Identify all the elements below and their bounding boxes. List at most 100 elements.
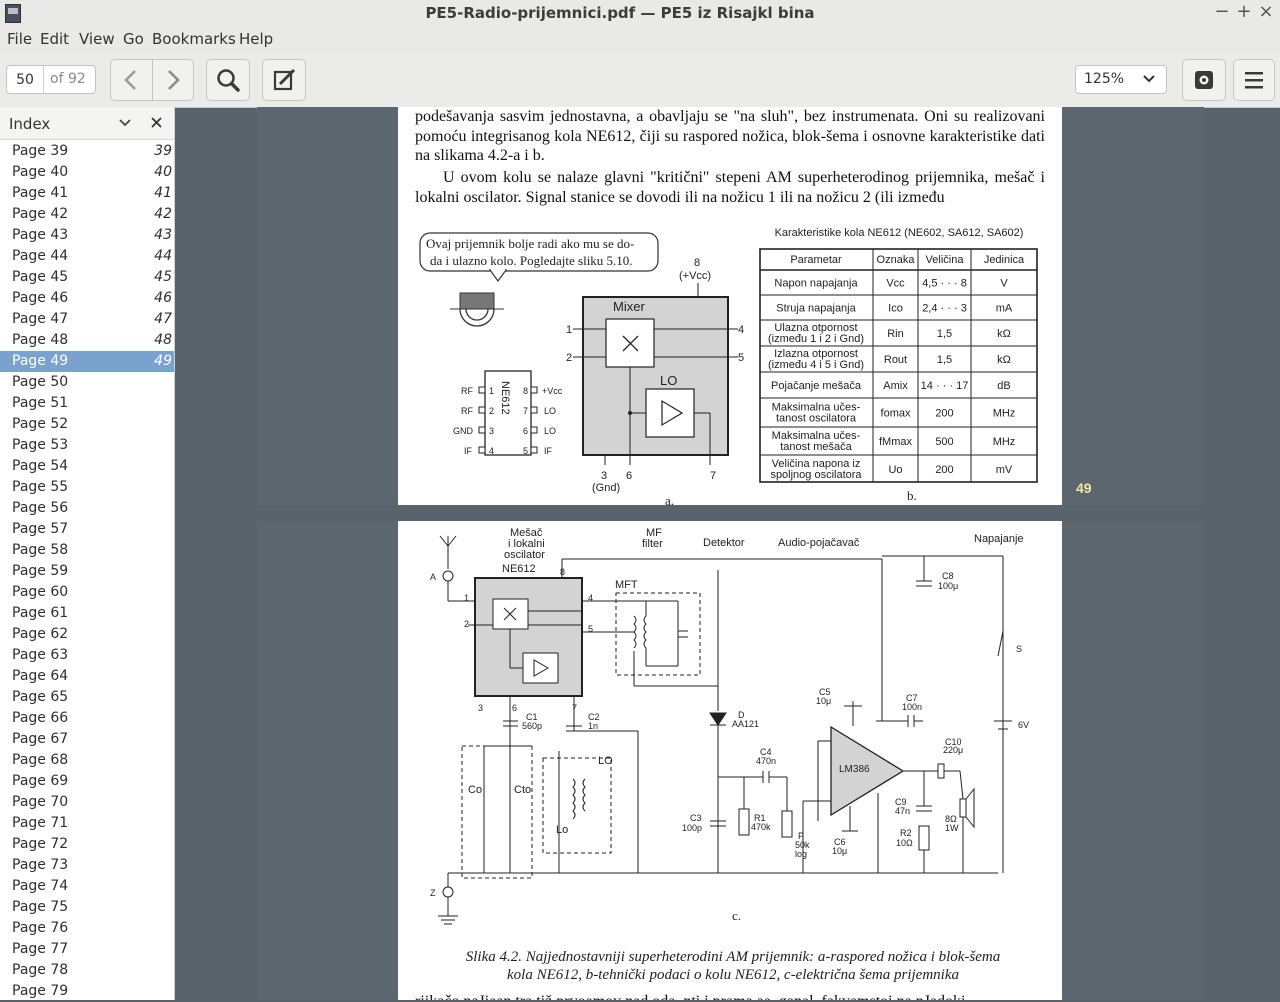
table-cell: Maksimalna učes-tanost oscilatora: [772, 402, 861, 425]
sidebar-dropdown-chevron-icon[interactable]: [119, 119, 131, 128]
sidebar-item-page-64[interactable]: Page 64: [0, 666, 174, 687]
sidebar-item-page-68[interactable]: Page 68: [0, 750, 174, 771]
sidebar-item-page-53[interactable]: Page 53: [0, 435, 174, 456]
sidebar-item-page-76[interactable]: Page 76: [0, 918, 174, 939]
table-cell: fMmax: [879, 436, 913, 448]
sidebar-item-page-40[interactable]: Page 40 40: [0, 162, 174, 183]
sidebar-item-page-69[interactable]: Page 69: [0, 771, 174, 792]
sidebar-item-page-60[interactable]: Page 60: [0, 582, 174, 603]
sidebar-item-page-59[interactable]: Page 59: [0, 561, 174, 582]
hamburger-icon: [1245, 72, 1263, 89]
sidebar-item-page-47[interactable]: Page 47 47: [0, 309, 174, 330]
sidebar-item-page-48[interactable]: Page 48 48: [0, 330, 174, 351]
sidebar-item-page-73[interactable]: Page 73: [0, 855, 174, 876]
menu-bookmarks[interactable]: Bookmarks: [152, 30, 236, 48]
sidebar-item-page-45[interactable]: Page 45 45: [0, 267, 174, 288]
fig-a-pin3: 3: [601, 470, 607, 482]
sidebar-item-page-52[interactable]: Page 52: [0, 414, 174, 435]
sidebar-item-page-77[interactable]: Page 77: [0, 939, 174, 960]
sidebar-item-label: Page 72: [12, 836, 69, 852]
dip-label-gnd: GND: [453, 426, 474, 436]
table-label: b.: [907, 488, 917, 503]
edit-icon: [273, 68, 296, 91]
table-cell: Uo: [888, 464, 902, 476]
next-page-button[interactable]: [152, 60, 193, 100]
sidebar-item-page-63[interactable]: Page 63: [0, 645, 174, 666]
label-d-type: AA121: [732, 719, 759, 729]
close-button[interactable]: ×: [1255, 2, 1277, 24]
table-cell: V: [1000, 278, 1008, 290]
menu-view[interactable]: View: [79, 30, 115, 48]
sidebar-item-label: Page 65: [12, 689, 69, 705]
sidebar-item-page-54[interactable]: Page 54: [0, 456, 174, 477]
label-co: Co: [468, 784, 482, 796]
sidebar-item-page-43[interactable]: Page 43 43: [0, 225, 174, 246]
table-cell: Rout: [884, 354, 907, 366]
sidebar-item-page-50[interactable]: Page 50: [0, 372, 174, 393]
fig-a-pin1: 1: [566, 324, 572, 336]
sidebar-item-page-70[interactable]: Page 70: [0, 792, 174, 813]
menu-edit[interactable]: Edit: [40, 30, 69, 48]
sidebar-item-label: Page 58: [12, 542, 69, 558]
sidebar-item-page-75[interactable]: Page 75: [0, 897, 174, 918]
menu-help[interactable]: Help: [239, 30, 273, 48]
sidebar-item-page-58[interactable]: Page 58: [0, 540, 174, 561]
sidebar-item-page-42[interactable]: Page 42 42: [0, 204, 174, 225]
table-cell: 200: [935, 464, 953, 476]
menu-file[interactable]: File: [7, 30, 32, 48]
sidebar-item-page-71[interactable]: Page 71: [0, 813, 174, 834]
annotate-button[interactable]: [262, 59, 306, 101]
menu-go[interactable]: Go: [123, 30, 144, 48]
sidebar-item-page-41[interactable]: Page 41 41: [0, 183, 174, 204]
page50-cut-off-text: riikačo naJiaan tra tiž prvoamov nad oda…: [415, 992, 1045, 1000]
sidebar-item-page-62[interactable]: Page 62: [0, 624, 174, 645]
figure-caption-line-2: kola NE612, b-tehnički podaci o kolu NE6…: [507, 967, 959, 983]
sidebar-item-label: Page 45: [12, 269, 69, 285]
title-bar: PE5-Radio-prijemnici.pdf — PE5 iz Risajk…: [0, 0, 1280, 26]
figure-caption-line-1: Slika 4.2. Najjednostavniji superheterod…: [465, 949, 1001, 965]
table-cell: dB: [997, 380, 1010, 392]
table-cell: MHz: [993, 408, 1016, 420]
sidebar-item-label: Page 68: [12, 752, 69, 768]
sidebar-item-page-66[interactable]: Page 66: [0, 708, 174, 729]
sidebar-item-label: Page 50: [12, 374, 69, 390]
ne612-characteristics-table: Parametar Oznaka Veličina Jedinica Napon nap…: [759, 248, 1038, 483]
sidebar-item-page-57[interactable]: Page 57: [0, 519, 174, 540]
label-c10-value: 220μ: [943, 745, 963, 755]
sidebar-item-page-55[interactable]: Page 55: [0, 477, 174, 498]
sidebar-item-page-78[interactable]: Page 78: [0, 960, 174, 981]
sidebar-item-page-56[interactable]: Page 56: [0, 498, 174, 519]
sidebar-item-label: Page 52: [12, 416, 69, 432]
sidebar-item-page-51[interactable]: Page 51: [0, 393, 174, 414]
sidebar-item-label: Page 53: [12, 437, 69, 453]
sidebar-item-page-39[interactable]: Page 39 39: [0, 141, 174, 162]
sidebar-item-page-72[interactable]: Page 72: [0, 834, 174, 855]
search-button[interactable]: [206, 59, 250, 101]
pin-6: 6: [512, 703, 517, 713]
sidebar-item-page-44[interactable]: Page 44 44: [0, 246, 174, 267]
sidebar-item-page-46[interactable]: Page 46 46: [0, 288, 174, 309]
sidebar-item-page-79[interactable]: Page 79: [0, 981, 174, 1002]
previous-page-button[interactable]: [111, 60, 151, 100]
main-menu-button[interactable]: [1233, 59, 1275, 101]
table-cell: Ico: [888, 303, 903, 315]
table-cell: kΩ: [997, 328, 1011, 340]
pin-8: 8: [560, 567, 565, 577]
page-number-input[interactable]: [7, 66, 44, 93]
pin-1: 1: [464, 593, 469, 603]
sidebar-item-page-74[interactable]: Page 74: [0, 876, 174, 897]
fig-a-label: a.: [665, 493, 674, 505]
minimize-button[interactable]: −: [1211, 2, 1233, 24]
sidebar-item-page-65[interactable]: Page 65: [0, 687, 174, 708]
settings-button[interactable]: [1182, 59, 1226, 101]
dip-pin-4: 4: [489, 446, 494, 456]
sidebar-item-page-61[interactable]: Page 61: [0, 603, 174, 624]
sidebar: Index Page 39 39 Page 40 40 Page 41 41 Page 42…: [0, 107, 175, 1000]
sidebar-item-label: Page 56: [12, 500, 69, 516]
sidebar-item-page-49[interactable]: Page 49 49: [0, 351, 174, 372]
zoom-select[interactable]: 125%: [1075, 65, 1167, 94]
sidebar-close-icon[interactable]: [151, 117, 162, 128]
maximize-button[interactable]: +: [1233, 2, 1255, 24]
menu-bar: File Edit View Go Bookmarks Help: [0, 26, 1280, 52]
sidebar-item-page-67[interactable]: Page 67: [0, 729, 174, 750]
